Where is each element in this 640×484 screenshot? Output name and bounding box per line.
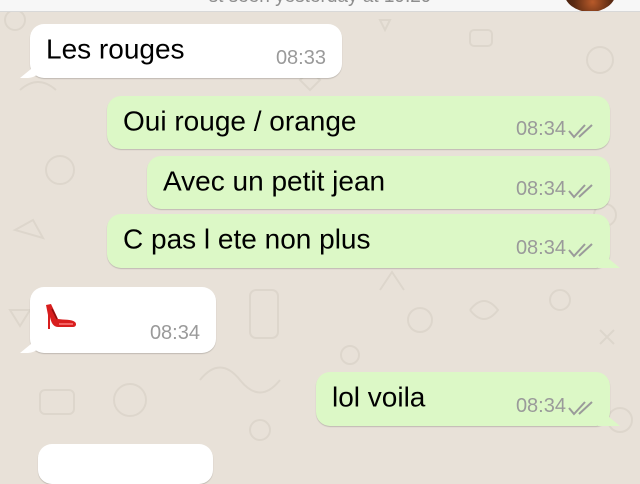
message-time: 08:34 [149,322,200,344]
message-text: lol voila [332,381,426,413]
message-time: 08:34 [515,118,566,140]
outgoing-message-bubble[interactable]: Avec un petit jean 08:34 [147,156,610,209]
incoming-message-bubble[interactable] [38,444,213,484]
message-text: C pas l ete non plus [123,223,371,255]
last-seen-status: st seen yesterday at 19:29 [0,0,640,8]
read-ticks-icon [568,184,593,199]
read-ticks-icon [568,124,593,139]
message-text: Oui rouge / orange [123,104,357,136]
message-time: 08:34 [515,237,566,259]
high-heel-shoe-icon [46,304,77,329]
incoming-message-bubble[interactable]: Les rouges 08:33 [30,24,342,78]
read-ticks-icon [568,401,593,416]
message-text: Avec un petit jean [163,164,386,196]
read-ticks-icon [568,243,593,258]
message-text: Les rouges [46,33,185,65]
contact-avatar[interactable] [564,0,616,11]
outgoing-message-bubble[interactable]: C pas l ete non plus 08:34 [107,214,610,268]
incoming-emoji-bubble[interactable]: 08:34 [30,287,216,353]
message-time: 08:34 [515,178,566,200]
outgoing-message-bubble[interactable]: Oui rouge / orange 08:34 [107,96,610,149]
message-time: 08:34 [515,395,566,417]
message-time: 08:33 [275,47,326,69]
chat-header: st seen yesterday at 19:29 [0,0,640,12]
outgoing-message-bubble[interactable]: lol voila 08:34 [316,372,610,426]
